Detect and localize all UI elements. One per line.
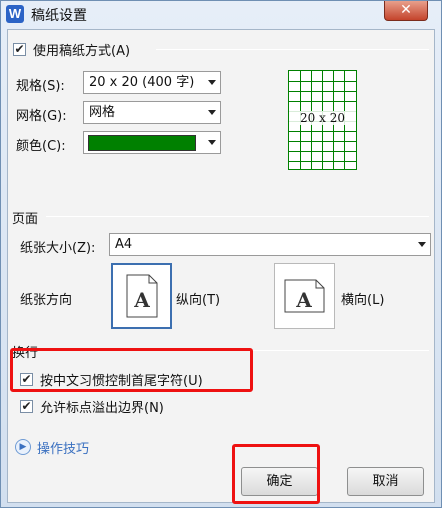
paper-size-value: A4 xyxy=(115,237,133,252)
color-select[interactable] xyxy=(83,131,221,154)
dialog-body: ✔ 使用稿纸方式(A) 规格(S): 20 x 20 (400 字) 网格(G)… xyxy=(7,29,435,504)
page-section-divider xyxy=(46,216,429,217)
grid-select[interactable]: 网格 xyxy=(83,101,221,124)
color-swatch xyxy=(88,135,196,151)
portrait-option[interactable]: A xyxy=(111,263,172,329)
spec-label: 规格(S): xyxy=(16,79,65,94)
chevron-down-icon xyxy=(208,140,216,145)
landscape-label[interactable]: 横向(L) xyxy=(341,289,384,308)
grid-label: 网格(G): xyxy=(16,109,67,124)
spec-select-value: 20 x 20 (400 字) xyxy=(89,75,195,90)
play-circle-icon: ▶ xyxy=(15,439,31,455)
tips-link[interactable]: 操作技巧 xyxy=(37,438,89,457)
dialog-title: 稿纸设置 xyxy=(31,8,87,24)
draft-section-divider xyxy=(156,49,429,50)
use-draft-label: 使用稿纸方式(A) xyxy=(33,44,131,59)
grid-select-value: 网格 xyxy=(89,105,116,120)
portrait-label[interactable]: 纵向(T) xyxy=(176,289,220,308)
paper-size-select[interactable]: A4 xyxy=(109,233,431,256)
color-label: 颜色(C): xyxy=(16,139,66,154)
chevron-down-icon xyxy=(208,80,216,85)
cancel-button[interactable]: 取消 xyxy=(347,467,424,496)
page-section-label: 页面 xyxy=(12,212,39,227)
highlight-box-ok xyxy=(232,444,320,504)
title-bar: W 稿纸设置 ✕ xyxy=(1,1,441,27)
draft-preview: 20 x 20 xyxy=(288,70,357,170)
spec-select[interactable]: 20 x 20 (400 字) xyxy=(83,71,221,94)
preview-size-text: 20 x 20 xyxy=(289,111,356,125)
chevron-down-icon xyxy=(208,110,216,115)
settings-dialog: W 稿纸设置 ✕ ✔ 使用稿纸方式(A) 规格(S): 20 x 20 (400… xyxy=(0,0,442,508)
use-draft-checkbox[interactable]: ✔ xyxy=(13,43,26,56)
portrait-page-icon: A xyxy=(126,274,158,318)
close-button[interactable]: ✕ xyxy=(384,1,428,21)
paper-size-label: 纸张大小(Z): xyxy=(20,241,96,256)
svg-text:A: A xyxy=(295,288,312,312)
chevron-down-icon xyxy=(418,242,426,247)
orientation-label: 纸张方向 xyxy=(20,293,73,308)
landscape-page-icon: A xyxy=(284,279,325,313)
punctuation-overflow-checkbox[interactable]: ✔ xyxy=(20,400,33,413)
landscape-option[interactable]: A xyxy=(274,263,335,329)
svg-text:A: A xyxy=(133,288,150,312)
wps-logo-icon: W xyxy=(6,5,24,23)
highlight-box-option xyxy=(10,348,253,392)
punctuation-overflow-label: 允许标点溢出边界(N) xyxy=(40,401,164,416)
